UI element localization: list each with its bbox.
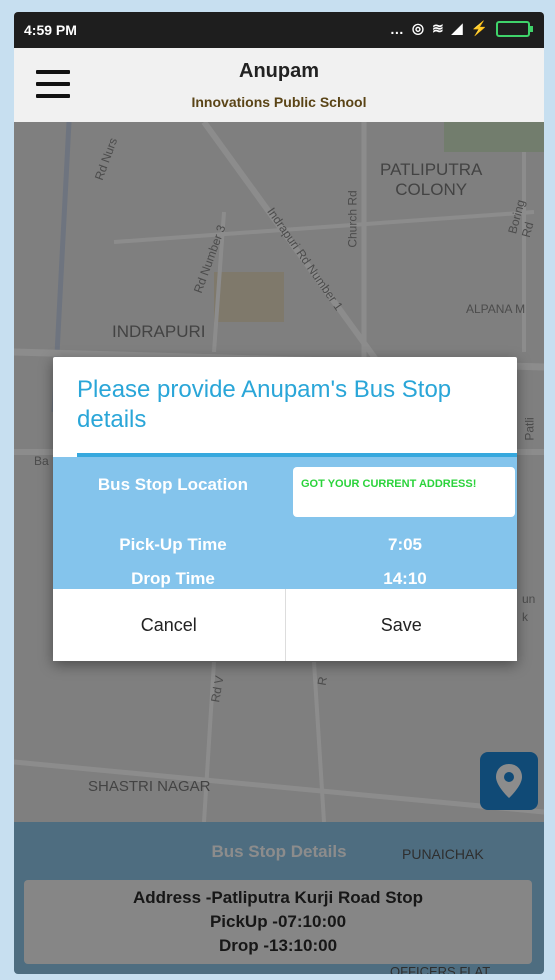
bus-stop-location-field[interactable]: GOT YOUR CURRENT ADDRESS! [293, 467, 515, 517]
signal-icon: ◢ [451, 20, 463, 36]
alarm-icon: ◎ [411, 20, 425, 36]
dialog-body: Bus Stop Location GOT YOUR CURRENT ADDRE… [53, 457, 517, 589]
app-bar: Anupam Innovations Public School [14, 48, 544, 122]
dialog-title: Please provide Anupam's Bus Stop details [77, 376, 452, 433]
dialog-actions: Cancel Save [53, 589, 517, 661]
status-icons: … ◎ ≋ ◢ ⚡ [389, 20, 533, 37]
save-button[interactable]: Save [284, 589, 517, 661]
bus-stop-dialog: Please provide Anupam's Bus Stop details… [53, 357, 517, 661]
wifi-icon: ≋ [432, 20, 444, 36]
pickup-time-value[interactable]: 7:05 [305, 535, 505, 555]
bolt-icon: ⚡ [470, 20, 488, 36]
status-time: 4:59 PM [24, 22, 77, 38]
app-title: Anupam [239, 60, 319, 82]
status-bar: 4:59 PM … ◎ ≋ ◢ ⚡ [14, 12, 544, 48]
cancel-button[interactable]: Cancel [53, 589, 285, 661]
app-subtitle: Innovations Public School [191, 94, 367, 110]
bus-stop-location-label: Bus Stop Location [97, 475, 249, 494]
battery-icon [496, 20, 533, 37]
drop-time-value[interactable]: 14:10 [305, 569, 505, 589]
drop-time-label: Drop Time [131, 569, 215, 588]
phone-screen: 4:59 PM … ◎ ≋ ◢ ⚡ Anupam Innovations Pub… [14, 12, 544, 974]
pickup-time-label: Pick-Up Time [119, 535, 227, 554]
more-dots-icon: … [389, 20, 404, 37]
